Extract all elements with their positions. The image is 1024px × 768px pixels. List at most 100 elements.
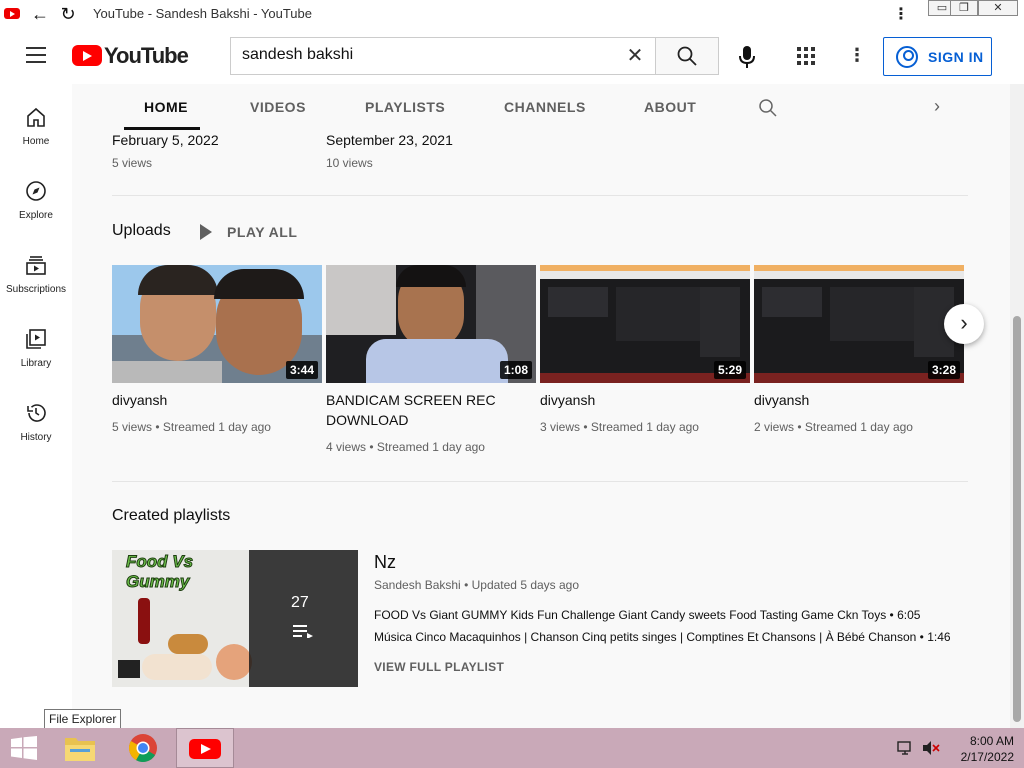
- chrome-button[interactable]: [118, 728, 168, 768]
- network-icon[interactable]: [897, 740, 915, 756]
- playlist-video-count: 27: [291, 594, 309, 611]
- start-button[interactable]: [0, 728, 48, 768]
- channel-search-icon[interactable]: [758, 98, 778, 118]
- guide-item-library[interactable]: Library: [0, 328, 72, 398]
- playlists-title: Created playlists: [112, 507, 231, 524]
- youtube-icon: [189, 739, 221, 759]
- volume-muted-icon[interactable]: [922, 740, 940, 756]
- channel-content: February 5, 2022 5 views September 23, 2…: [72, 84, 1010, 728]
- settings-more-icon[interactable]: ⋮: [848, 43, 866, 67]
- windows-taskbar: 8:00 AM 2/17/2022: [0, 728, 1024, 768]
- tab-home[interactable]: HOME: [144, 99, 188, 115]
- guide-item-subscriptions[interactable]: Subscriptions: [0, 254, 72, 324]
- youtube-header: YouTube ✕ ⋮ SIGN IN: [0, 28, 1024, 84]
- channel-tabs: HOME VIDEOS PLAYLISTS CHANNELS ABOUT ›: [72, 84, 1010, 130]
- chrome-icon: [129, 734, 157, 762]
- video-title[interactable]: divyansh: [112, 390, 312, 410]
- folder-icon: [65, 738, 95, 761]
- video-meta: 2 views • Streamed 1 day ago: [754, 420, 913, 434]
- shelf-next-button[interactable]: ›: [944, 304, 984, 344]
- clear-search-icon[interactable]: ✕: [623, 44, 647, 68]
- youtube-taskbar-button[interactable]: [176, 728, 234, 768]
- video-duration: 5:29: [713, 361, 746, 379]
- apps-grid-icon[interactable]: [797, 47, 815, 65]
- system-clock[interactable]: 8:00 AM 2/17/2022: [950, 733, 1014, 765]
- video-views: 10 views: [326, 156, 373, 170]
- video-title[interactable]: divyansh: [540, 390, 740, 410]
- uploads-title: Uploads: [112, 222, 171, 239]
- scrollbar-thumb[interactable]: [1013, 316, 1021, 722]
- playlist-video-entry[interactable]: FOOD Vs Giant GUMMY Kids Fun Challenge G…: [374, 608, 920, 622]
- section-divider: [112, 195, 968, 196]
- view-full-playlist-link[interactable]: VIEW FULL PLAYLIST: [374, 660, 504, 674]
- video-thumbnail[interactable]: 1:08: [326, 265, 536, 383]
- clock-time: 8:00 AM: [969, 734, 1014, 748]
- guide-item-home[interactable]: Home: [0, 106, 72, 176]
- window-title: YouTube - Sandesh Bakshi - YouTube: [93, 6, 312, 21]
- mini-guide: Home Explore Subscriptions Library Histo…: [0, 84, 72, 728]
- playlist-name[interactable]: Nz: [374, 552, 396, 573]
- guide-label: Home: [22, 136, 50, 147]
- guide-item-explore[interactable]: Explore: [0, 180, 72, 250]
- guide-label: Explore: [19, 210, 53, 221]
- search-input[interactable]: [242, 46, 622, 64]
- playlist-channel[interactable]: Sandesh Bakshi: [374, 578, 461, 592]
- guide-label: History: [20, 432, 52, 443]
- section-divider: [112, 481, 968, 482]
- window-title-bar: ← ↻ YouTube - Sandesh Bakshi - YouTube ⋮…: [0, 0, 1024, 28]
- video-thumbnail[interactable]: 5:29: [540, 265, 750, 383]
- video-date: September 23, 2021: [326, 132, 453, 148]
- guide-item-history[interactable]: History: [0, 402, 72, 472]
- video-meta: 4 views • Streamed 1 day ago: [326, 440, 485, 454]
- tab-videos[interactable]: VIDEOS: [250, 99, 306, 115]
- video-meta: 5 views • Streamed 1 day ago: [112, 420, 271, 434]
- playlist-meta: Sandesh Bakshi • Updated 5 days ago: [374, 578, 580, 592]
- sign-in-label: SIGN IN: [928, 49, 984, 65]
- windows-logo-icon: [11, 736, 37, 760]
- tab-about[interactable]: ABOUT: [644, 99, 696, 115]
- account-icon: [896, 46, 918, 68]
- library-icon: [26, 329, 46, 349]
- youtube-logo-icon[interactable]: [72, 45, 102, 66]
- playlist-queue-icon: [293, 625, 313, 638]
- clock-date: 2/17/2022: [960, 750, 1014, 764]
- microphone-icon[interactable]: [736, 45, 758, 69]
- close-button[interactable]: ✕: [978, 0, 1018, 16]
- home-icon: [27, 107, 45, 127]
- page-scrollbar[interactable]: [1010, 84, 1024, 728]
- search-icon: [677, 46, 697, 66]
- back-arrow-icon[interactable]: ←: [29, 3, 51, 25]
- maximize-button[interactable]: ❐: [950, 0, 978, 16]
- tab-playlists[interactable]: PLAYLISTS: [365, 99, 445, 115]
- tab-channels[interactable]: CHANNELS: [504, 99, 586, 115]
- sign-in-button[interactable]: SIGN IN: [883, 37, 992, 76]
- video-thumbnail[interactable]: 3:44: [112, 265, 322, 383]
- reload-icon[interactable]: ↻: [57, 3, 79, 25]
- tabs-next-icon[interactable]: ›: [934, 96, 940, 117]
- video-duration: 3:44: [285, 361, 318, 379]
- youtube-logo-text[interactable]: YouTube: [104, 43, 189, 69]
- video-thumbnail[interactable]: 3:28: [754, 265, 964, 383]
- guide-label: Subscriptions: [5, 284, 67, 295]
- playlist-video-entry[interactable]: Música Cinco Macaquinhos | Chanson Cinq …: [374, 630, 951, 644]
- playlist-thumbnail-text: Food Vs Gummy: [126, 552, 194, 592]
- video-date: February 5, 2022: [112, 132, 219, 148]
- video-meta: 3 views • Streamed 1 day ago: [540, 420, 699, 434]
- guide-label: Library: [20, 358, 52, 369]
- play-all-button[interactable]: PLAY ALL: [200, 222, 300, 242]
- video-title[interactable]: divyansh: [754, 390, 954, 410]
- search-button[interactable]: [655, 37, 719, 75]
- browser-menu-icon[interactable]: ⋮: [893, 4, 909, 24]
- play-all-label: PLAY ALL: [227, 224, 298, 240]
- file-explorer-button[interactable]: [56, 728, 104, 768]
- active-tab-indicator: [124, 127, 200, 130]
- video-duration: 3:28: [927, 361, 960, 379]
- playlist-thumbnail[interactable]: Food Vs Gummy 27: [112, 550, 358, 687]
- history-icon: [27, 404, 46, 422]
- video-duration: 1:08: [499, 361, 532, 379]
- play-icon: [200, 224, 212, 240]
- search-box: ✕: [230, 37, 656, 75]
- menu-icon[interactable]: [26, 47, 46, 63]
- subscriptions-icon: [26, 256, 46, 275]
- video-title[interactable]: BANDICAM SCREEN REC DOWNLOAD: [326, 390, 526, 430]
